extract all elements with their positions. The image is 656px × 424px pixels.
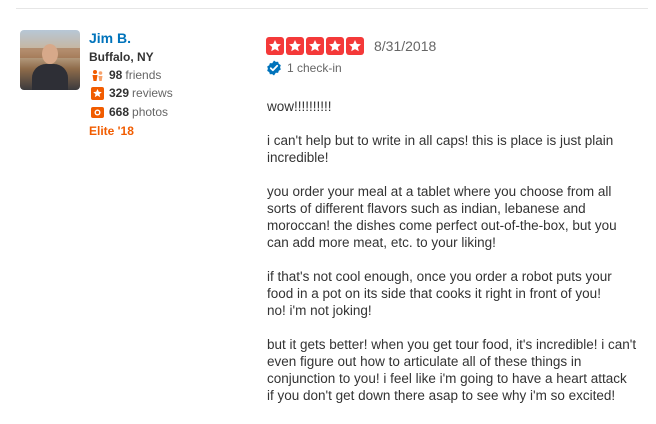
checkin-label: 1 check-in bbox=[287, 61, 342, 75]
star-icon bbox=[346, 37, 364, 55]
review-paragraph: if that's not cool enough, once you orde… bbox=[267, 269, 612, 318]
friends-label: friends bbox=[125, 68, 162, 82]
review-date: 8/31/2018 bbox=[374, 38, 437, 54]
star-rating bbox=[266, 37, 364, 55]
photos-label: photos bbox=[132, 105, 169, 119]
review-paragraph: but it gets better! when you get tour fo… bbox=[267, 337, 637, 403]
divider bbox=[16, 8, 648, 9]
star-icon bbox=[266, 37, 284, 55]
elite-badge[interactable]: Elite '18 bbox=[89, 124, 134, 138]
star-icon bbox=[286, 37, 304, 55]
review-paragraph: i can't help but to write in all caps! t… bbox=[267, 133, 614, 165]
star-icon bbox=[306, 37, 324, 55]
photos-count: 668 bbox=[109, 105, 130, 119]
star-icon bbox=[326, 37, 344, 55]
review-paragraph: wow!!!!!!!!!! bbox=[267, 99, 332, 114]
verified-check-icon bbox=[267, 60, 281, 76]
review-paragraph: you order your meal at a tablet where yo… bbox=[267, 184, 617, 250]
photos-stat: 668 photos bbox=[91, 104, 168, 120]
checkin-badge: 1 check-in bbox=[266, 60, 342, 76]
reviews-stat: 329 reviews bbox=[91, 85, 173, 101]
review-text: wow!!!!!!!!!! i can't help but to write … bbox=[267, 98, 637, 421]
friends-icon bbox=[91, 69, 104, 82]
friends-count: 98 bbox=[109, 68, 123, 82]
camera-icon bbox=[91, 106, 104, 119]
friends-stat: 98 friends bbox=[91, 67, 161, 83]
review-star-icon bbox=[91, 86, 104, 100]
avatar[interactable] bbox=[20, 30, 80, 90]
reviews-count: 329 bbox=[109, 86, 130, 100]
reviews-label: reviews bbox=[132, 86, 173, 100]
user-name[interactable]: Jim B. bbox=[89, 30, 131, 46]
user-location: Buffalo, NY bbox=[89, 50, 154, 64]
